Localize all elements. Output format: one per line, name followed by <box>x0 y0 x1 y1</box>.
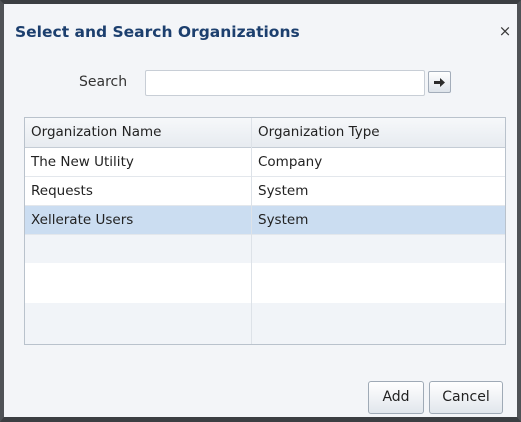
search-go-button[interactable] <box>428 71 451 93</box>
organization-type-cell: System <box>258 212 309 228</box>
organization-type-cell: Company <box>258 154 323 170</box>
search-input[interactable] <box>145 70 425 96</box>
arrow-right-icon <box>434 77 445 87</box>
column-divider <box>251 118 252 344</box>
organization-name-cell: Requests <box>31 183 93 199</box>
table-empty-area <box>25 263 505 303</box>
organization-type-cell: System <box>258 183 309 199</box>
close-icon[interactable]: × <box>497 22 513 40</box>
dialog-title: Select and Search Organizations <box>15 23 300 41</box>
search-label: Search <box>79 74 128 90</box>
column-header-organization-name[interactable]: Organization Name <box>31 118 161 147</box>
table-row[interactable]: Requests System <box>25 177 505 206</box>
select-organizations-dialog: Select and Search Organizations × Search… <box>0 0 521 422</box>
table-row-selected[interactable]: Xellerate Users System <box>25 206 505 235</box>
organization-name-cell: The New Utility <box>31 154 134 170</box>
organizations-table: Organization Name Organization Type The … <box>24 117 506 345</box>
add-button[interactable]: Add <box>368 381 424 414</box>
column-header-organization-type[interactable]: Organization Type <box>258 118 380 147</box>
table-header: Organization Name Organization Type <box>25 118 505 148</box>
table-row[interactable]: The New Utility Company <box>25 148 505 177</box>
cancel-button[interactable]: Cancel <box>429 381 503 414</box>
organization-name-cell: Xellerate Users <box>31 212 134 228</box>
